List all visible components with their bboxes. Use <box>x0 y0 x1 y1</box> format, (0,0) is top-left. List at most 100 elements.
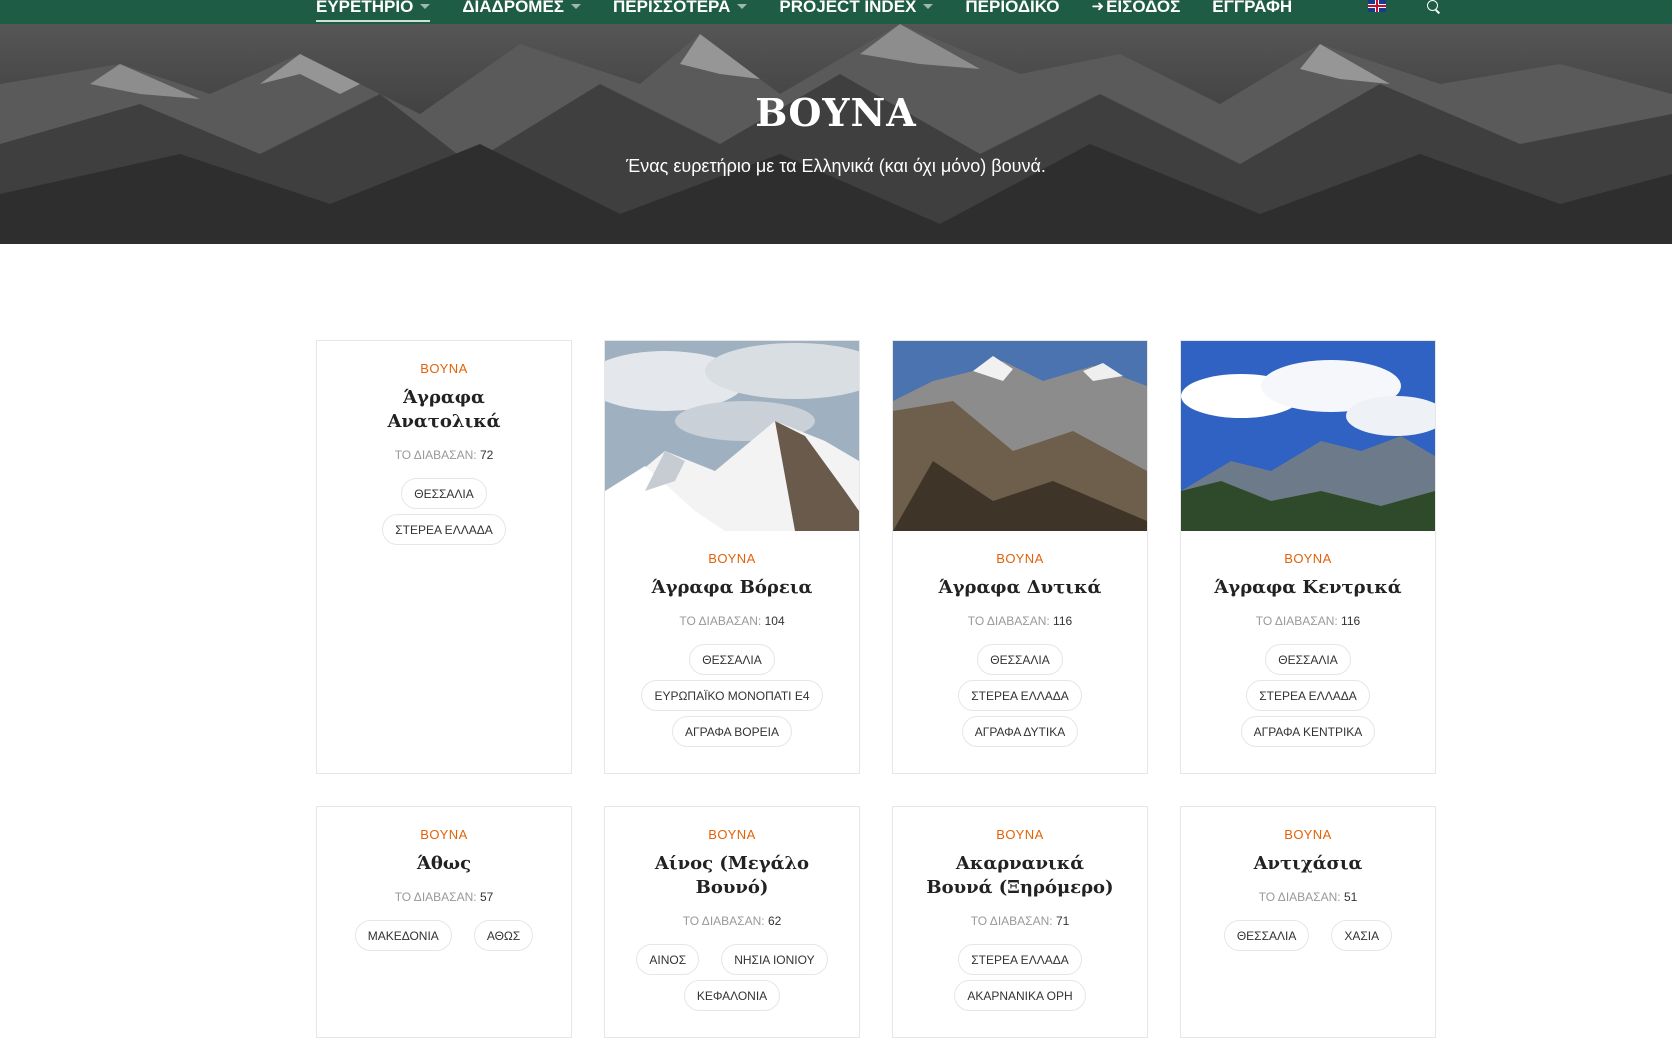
tag-chip[interactable]: ΚΕΦΑΛΟΝΙΑ <box>683 980 781 1011</box>
tag-chip[interactable]: ΘΕΣΣΑΛΙΑ <box>977 644 1063 675</box>
tag-chip[interactable]: ΣΤΕΡΕΑ ΕΛΛΑΔΑ <box>382 514 506 545</box>
tag-chip[interactable]: ΑΙΝΟΣ <box>636 944 700 975</box>
card-title[interactable]: Άγραφα Βόρεια <box>605 576 859 600</box>
read-count-value: 71 <box>1055 914 1070 928</box>
tag-chip[interactable]: ΜΑΚΕΔΟΝΙΑ <box>354 920 452 951</box>
card-body: ΒΟΥΝΑ Άθως ΤΟ ΔΙΑΒΑΣΑΝ: 57 ΜΑΚΕΔΟΝΙΑ ΑΘΩΣ <box>317 807 571 956</box>
tag-row: ΑΚΑΡΝΑΝΙΚΑ ΟΡΗ <box>905 980 1135 1016</box>
nav-item-5[interactable]: ➜ ΕΙΣΟΔΟΣ <box>1092 0 1181 24</box>
card-category[interactable]: ΒΟΥΝΑ <box>605 551 859 566</box>
read-count-value: 116 <box>1341 614 1361 628</box>
mountain-card[interactable]: ΒΟΥΝΑ Άγραφα Κεντρικά ΤΟ ΔΙΑΒΑΣΑΝ: 116 ΘΕΣΣ… <box>1180 340 1436 774</box>
read-count: ΤΟ ΔΙΑΒΑΣΑΝ: 104 <box>605 614 859 628</box>
tag-chip[interactable]: ΧΑΣΙΑ <box>1331 920 1393 951</box>
nav-item-label: ΔΙΑΔΡΟΜΕΣ <box>462 0 565 16</box>
tag-chip[interactable]: ΘΕΣΣΑΛΙΑ <box>1265 644 1351 675</box>
tag-list: ΘΕΣΣΑΛΙΑ ΣΤΕΡΕΑ ΕΛΛΑΔΑ ΑΓΡΑΦΑ ΚΕΝΤΡΙΚΑ <box>1181 644 1435 752</box>
tag-chip[interactable]: ΣΤΕΡΕΑ ΕΛΛΑΔΑ <box>1246 680 1370 711</box>
card-title[interactable]: Αίνος (Μεγάλο Βουνό) <box>605 852 859 900</box>
read-count: ΤΟ ΔΙΑΒΑΣΑΝ: 72 <box>317 448 571 462</box>
mountain-card[interactable]: ΒΟΥΝΑ Άγραφα Βόρεια ΤΟ ΔΙΑΒΑΣΑΝ: 104 ΘΕΣΣΑΛ… <box>604 340 860 774</box>
mountain-card[interactable]: ΒΟΥΝΑ Ακαρνανικά Βουνά (Ξηρόμερο) ΤΟ ΔΙΑΒΑ… <box>892 806 1148 1038</box>
caret-down-icon <box>737 4 748 9</box>
tag-row: ΘΕΣΣΑΛΙΑ ΧΑΣΙΑ <box>1193 920 1423 956</box>
tag-chip[interactable]: ΑΘΩΣ <box>473 920 534 951</box>
read-count: ΤΟ ΔΙΑΒΑΣΑΝ: 71 <box>893 914 1147 928</box>
nav-item-label: ΕΥΡΕΤΗΡΙΟ <box>316 0 414 16</box>
card-category[interactable]: ΒΟΥΝΑ <box>317 361 571 376</box>
tag-row: ΕΥΡΩΠΑΪΚΟ ΜΟΝΟΠΑΤΙ Ε4 <box>617 680 847 716</box>
tag-chip[interactable]: ΘΕΣΣΑΛΙΑ <box>1223 920 1310 951</box>
tag-row: ΘΕΣΣΑΛΙΑ <box>1193 644 1423 680</box>
card-body: ΒΟΥΝΑ Αντιχάσια ΤΟ ΔΙΑΒΑΣΑΝ: 51 ΘΕΣΣΑΛΙΑ ΧΑΣ… <box>1181 807 1435 956</box>
tag-row: ΣΤΕΡΕΑ ΕΛΛΑΔΑ <box>905 944 1135 980</box>
nav-item-3[interactable]: PROJECT INDEX <box>779 0 934 24</box>
tag-row: ΣΤΕΡΕΑ ΕΛΛΑΔΑ <box>1193 680 1423 716</box>
card-title[interactable]: Άθως <box>317 852 571 876</box>
mountain-card[interactable]: ΒΟΥΝΑ Άγραφα Ανατολικά ΤΟ ΔΙΑΒΑΣΑΝ: 72 ΘΕΣΣ… <box>316 340 572 774</box>
card-category[interactable]: ΒΟΥΝΑ <box>605 827 859 842</box>
tag-chip[interactable]: ΑΓΡΑΦΑ ΒΟΡΕΙΑ <box>672 716 792 747</box>
card-image[interactable] <box>893 341 1147 531</box>
read-count-value: 51 <box>1343 890 1358 904</box>
tag-chip[interactable]: ΘΕΣΣΑΛΙΑ <box>401 478 487 509</box>
card-title[interactable]: Αντιχάσια <box>1181 852 1435 876</box>
tag-chip[interactable]: ΣΤΕΡΕΑ ΕΛΛΑΔΑ <box>958 944 1082 975</box>
tag-list: ΘΕΣΣΑΛΙΑ ΣΤΕΡΕΑ ΕΛΛΑΔΑ ΑΓΡΑΦΑ ΔΥΤΙΚΑ <box>893 644 1147 752</box>
nav-item-label: ΕΓΓΡΑΦΗ <box>1212 0 1293 16</box>
tag-chip[interactable]: ΝΗΣΙΑ ΙΟΝΙΟΥ <box>721 944 828 975</box>
nav-menu: ΕΥΡΕΤΗΡΙΟ ΔΙΑΔΡΟΜΕΣ ΠΕΡΙΣΣΟΤΕΡΑ PROJECT IND… <box>316 0 1324 24</box>
tag-list: ΑΙΝΟΣ ΝΗΣΙΑ ΙΟΝΙΟΥ ΚΕΦΑΛΟΝΙΑ <box>605 944 859 1016</box>
card-category[interactable]: ΒΟΥΝΑ <box>317 827 571 842</box>
nav-item-2[interactable]: ΠΕΡΙΣΣΟΤΕΡΑ <box>613 0 748 24</box>
mountain-card[interactable]: ΒΟΥΝΑ Άγραφα Δυτικά ΤΟ ΔΙΑΒΑΣΑΝ: 116 ΘΕΣΣΑΛ… <box>892 340 1148 774</box>
tag-row: ΑΙΝΟΣ ΝΗΣΙΑ ΙΟΝΙΟΥ <box>617 944 847 980</box>
card-image[interactable] <box>605 341 859 531</box>
read-count-label: ΤΟ ΔΙΑΒΑΣΑΝ: <box>394 448 477 462</box>
card-category[interactable]: ΒΟΥΝΑ <box>1181 551 1435 566</box>
tag-row: ΣΤΕΡΕΑ ΕΛΛΑΔΑ <box>329 514 559 550</box>
tag-row: ΘΕΣΣΑΛΙΑ <box>905 644 1135 680</box>
tag-chip[interactable]: ΑΓΡΑΦΑ ΚΕΝΤΡΙΚΑ <box>1240 716 1376 747</box>
search-icon[interactable] <box>1426 0 1442 14</box>
uk-flag-icon[interactable] <box>1368 0 1386 12</box>
read-count-label: ΤΟ ΔΙΑΒΑΣΑΝ: <box>970 914 1053 928</box>
tag-chip[interactable]: ΘΕΣΣΑΛΙΑ <box>689 644 775 675</box>
tag-chip[interactable]: ΑΓΡΑΦΑ ΔΥΤΙΚΑ <box>961 716 1079 747</box>
read-count: ΤΟ ΔΙΑΒΑΣΑΝ: 62 <box>605 914 859 928</box>
read-count: ΤΟ ΔΙΑΒΑΣΑΝ: 57 <box>317 890 571 904</box>
card-title[interactable]: Ακαρνανικά Βουνά (Ξηρόμερο) <box>893 852 1147 900</box>
card-category[interactable]: ΒΟΥΝΑ <box>893 827 1147 842</box>
nav-item-label: ΕΙΣΟΔΟΣ <box>1106 0 1181 16</box>
tag-chip[interactable]: ΣΤΕΡΕΑ ΕΛΛΑΔΑ <box>958 680 1082 711</box>
card-body: ΒΟΥΝΑ Άγραφα Ανατολικά ΤΟ ΔΙΑΒΑΣΑΝ: 72 ΘΕΣΣ… <box>317 341 571 550</box>
read-count-label: ΤΟ ΔΙΑΒΑΣΑΝ: <box>967 614 1050 628</box>
tag-row: ΣΤΕΡΕΑ ΕΛΛΑΔΑ <box>905 680 1135 716</box>
tag-row: ΑΓΡΑΦΑ ΒΟΡΕΙΑ <box>617 716 847 752</box>
login-icon: ➜ <box>1091 0 1105 15</box>
nav-item-1[interactable]: ΔΙΑΔΡΟΜΕΣ <box>462 0 582 24</box>
read-count-value: 104 <box>764 614 785 628</box>
mountain-card[interactable]: ΒΟΥΝΑ Αντιχάσια ΤΟ ΔΙΑΒΑΣΑΝ: 51 ΘΕΣΣΑΛΙΑ ΧΑΣ… <box>1180 806 1436 1038</box>
card-image[interactable] <box>1181 341 1435 531</box>
nav-item-label: PROJECT INDEX <box>779 0 917 16</box>
nav-item-6[interactable]: ΕΓΓΡΑΦΗ <box>1212 0 1292 24</box>
nav-item-0[interactable]: ΕΥΡΕΤΗΡΙΟ <box>316 0 431 24</box>
tag-row: ΚΕΦΑΛΟΝΙΑ <box>617 980 847 1016</box>
card-category[interactable]: ΒΟΥΝΑ <box>893 551 1147 566</box>
mountain-card[interactable]: ΒΟΥΝΑ Άθως ΤΟ ΔΙΑΒΑΣΑΝ: 57 ΜΑΚΕΔΟΝΙΑ ΑΘΩΣ <box>316 806 572 1038</box>
read-count-value: 62 <box>767 914 782 928</box>
card-title[interactable]: Άγραφα Ανατολικά <box>317 386 571 434</box>
read-count-label: ΤΟ ΔΙΑΒΑΣΑΝ: <box>682 914 765 928</box>
mountain-card[interactable]: ΒΟΥΝΑ Αίνος (Μεγάλο Βουνό) ΤΟ ΔΙΑΒΑΣΑΝ: 62… <box>604 806 860 1038</box>
nav-right <box>1368 0 1442 24</box>
card-title[interactable]: Άγραφα Δυτικά <box>893 576 1147 600</box>
card-title[interactable]: Άγραφα Κεντρικά <box>1181 576 1435 600</box>
tag-list: ΘΕΣΣΑΛΙΑ ΧΑΣΙΑ <box>1181 920 1435 956</box>
nav-item-label: ΠΕΡΙΟΔΙΚΟ <box>965 0 1060 16</box>
tag-row: ΜΑΚΕΔΟΝΙΑ ΑΘΩΣ <box>329 920 559 956</box>
tag-chip[interactable]: ΕΥΡΩΠΑΪΚΟ ΜΟΝΟΠΑΤΙ Ε4 <box>641 680 823 711</box>
card-category[interactable]: ΒΟΥΝΑ <box>1181 827 1435 842</box>
tag-chip[interactable]: ΑΚΑΡΝΑΝΙΚΑ ΟΡΗ <box>954 980 1086 1011</box>
nav-item-4[interactable]: ΠΕΡΙΟΔΙΚΟ <box>965 0 1059 24</box>
